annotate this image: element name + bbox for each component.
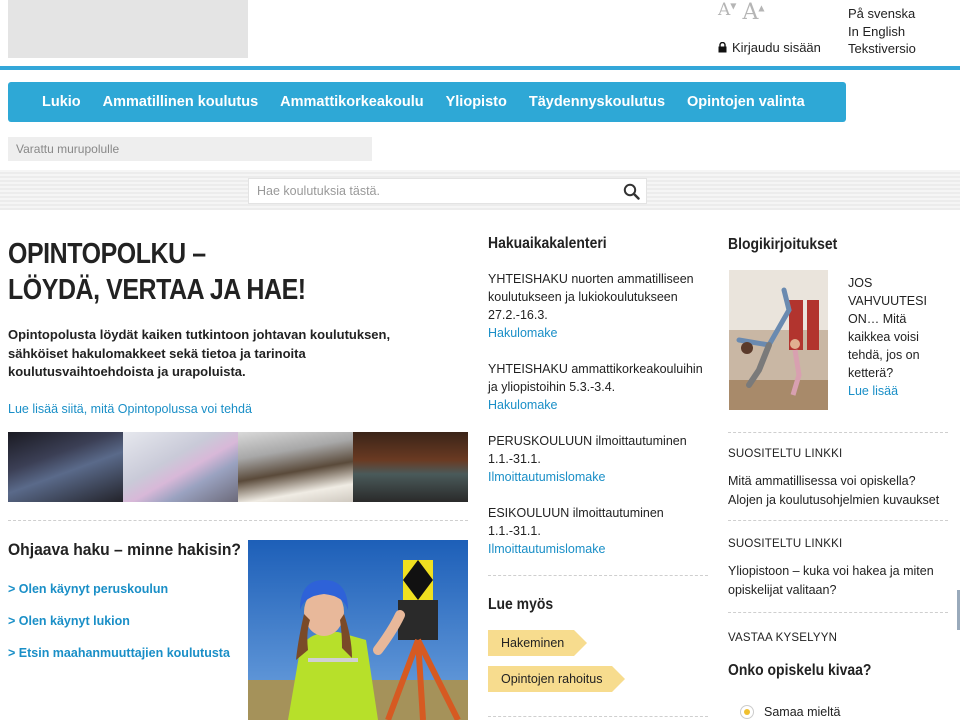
calendar-item-link[interactable]: Ilmoittautumislomake [488,540,706,558]
calendar-title: Hakuaikakalenteri [488,235,607,252]
nav-item-taydennyskoulutus[interactable]: Täydennyskoulutus [529,94,665,110]
calendar-item-link[interactable]: Hakulomake [488,396,706,414]
photo-students-computers [8,432,123,502]
photo-surveyor [248,540,468,720]
login-label: Kirjaudu sisään [732,40,821,55]
recommended-link[interactable]: Mitä ammatillisessa voi opiskella? Aloje… [728,472,953,509]
lang-english-link[interactable]: In English [848,23,916,41]
guided-link-maahanmuuttajat[interactable]: > Etsin maahanmuuttajien koulutusta [8,646,230,660]
calendar-item-text: PERUSKOULUUN ilmoittautuminen 1.1.-31.1. [488,434,687,466]
nav-item-yliopisto[interactable]: Yliopisto [446,94,507,110]
calendar-item-text: YHTEISHAKU ammattikorkeakouluihin ja yli… [488,362,703,394]
blog-excerpt: JOS VAHVUUTESI ON… Mitä kaikkea voisi te… [848,274,952,400]
nav-item-lukio[interactable]: Lukio [42,94,81,110]
calendar-item: PERUSKOULUUN ilmoittautuminen 1.1.-31.1.… [488,432,706,486]
logo-placeholder [8,0,248,58]
lang-swedish-link[interactable]: På svenska [848,5,916,23]
poll-question: Onko opiskelu kivaa? [728,662,872,679]
poll-option-label: Samaa mieltä [764,705,841,719]
read-also-tags: Hakeminen Opintojen rahoitus [488,630,626,702]
calendar-item-text: ESIKOULUUN ilmoittautuminen 1.1.-31.1. [488,506,664,538]
guided-link-peruskoulu[interactable]: > Olen käynyt peruskoulun [8,582,230,596]
lock-icon [718,42,727,53]
guided-link-lukio[interactable]: > Olen käynyt lukion [8,614,230,628]
photo-diagram-sheets [123,432,238,502]
intro-text: Opintopolusta löydät kaiken tutkintoon j… [8,327,391,379]
text-version-link[interactable]: Tekstiversio [848,40,916,58]
headline-line1: OPINTOPOLKU – [8,238,206,270]
main-nav: Lukio Ammatillinen koulutus Ammattikorke… [8,82,846,122]
guided-search-title: Ohjaava haku – minne hakisin? [8,540,241,559]
dancer-illustration [729,270,828,410]
blog-excerpt-text: JOS VAHVUUTESI ON… Mitä kaikkea voisi te… [848,276,927,380]
header-divider [0,66,960,70]
guided-search-links: > Olen käynyt peruskoulun > Olen käynyt … [8,582,230,678]
calendar-item-link[interactable]: Ilmoittautumislomake [488,468,706,486]
read-also-title: Lue myös [488,596,554,613]
headline-line2: LÖYDÄ, VERTAA JA HAE! [8,274,306,306]
poll-head: VASTAA KYSELYYN [728,632,838,644]
middle-bottom-divider [488,716,708,718]
middle-divider [488,575,708,577]
blog-title: Blogikirjoitukset [728,236,838,253]
surveyor-illustration [248,540,468,720]
tag-opintojen-rahoitus[interactable]: Opintojen rahoitus [488,666,626,692]
calendar-item: YHTEISHAKU ammattikorkeakouluihin ja yli… [488,360,706,414]
poll-option[interactable]: Samaa mieltä [740,705,840,719]
search-icon [623,183,640,200]
nav-item-ammatillinen[interactable]: Ammatillinen koulutus [103,94,259,110]
right-divider-3 [728,612,948,614]
login-link[interactable]: Kirjaudu sisään [718,40,821,55]
intro-read-more-link[interactable]: Lue lisää siitä, mitä Opintopolussa voi … [8,402,252,416]
breadcrumb: Varattu murupolulle [8,137,372,161]
page-headline: OPINTOPOLKU – LÖYDÄ, VERTAA JA HAE! [8,236,404,308]
recommended-head: SUOSITELTU LINKKI [728,448,843,460]
photo-strip [8,432,468,502]
recommended-link[interactable]: Yliopistoon – kuka voi hakea ja miten op… [728,562,953,599]
nav-item-ammattikorkeakoulu[interactable]: Ammattikorkeakoulu [280,94,423,110]
font-size-controls: A▼ A▲ [718,0,764,25]
calendar-item-link[interactable]: Hakulomake [488,324,706,342]
tag-hakeminen[interactable]: Hakeminen [488,630,588,656]
font-increase-button[interactable]: A▲ [742,0,764,25]
right-divider-1 [728,432,948,434]
language-links: På svenska In English Tekstiversio [848,5,916,58]
blog-read-more-link[interactable]: Lue lisää [848,384,898,398]
photo-library-books [353,432,468,502]
radio-button[interactable] [740,705,754,719]
search-button[interactable] [616,178,646,204]
recommended-head: SUOSITELTU LINKKI [728,538,843,550]
calendar-item: YHTEISHAKU nuorten ammatilliseen koulutu… [488,270,706,342]
blog-photo-dancer [729,270,828,410]
nav-item-opintojen-valinta[interactable]: Opintojen valinta [687,94,805,110]
photo-student-writing [238,432,353,502]
search-box [248,178,647,204]
right-divider-2 [728,520,948,522]
font-decrease-button[interactable]: A▼ [718,0,736,20]
calendar-item-text: YHTEISHAKU nuorten ammatilliseen koulutu… [488,272,694,322]
left-divider [8,520,468,522]
calendar-list: YHTEISHAKU nuorten ammatilliseen koulutu… [488,270,706,576]
calendar-item: ESIKOULUUN ilmoittautuminen 1.1.-31.1. I… [488,504,706,558]
search-input[interactable] [249,183,616,199]
